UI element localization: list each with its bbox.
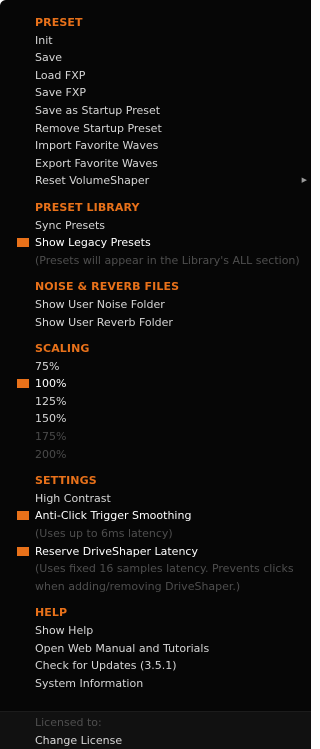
menu-item[interactable]: Save FXP xyxy=(0,84,311,102)
menu-item[interactable]: Show Legacy Presets xyxy=(0,234,311,252)
section-header: NOISE & REVERB FILES xyxy=(35,280,180,294)
menu-item[interactable]: Save xyxy=(0,49,311,67)
section-preset-library: PRESET LIBRARY Sync Presets Show Legacy Pr… xyxy=(0,199,311,269)
menu-item-label: System Information xyxy=(35,676,144,690)
section-noise-reverb-files: NOISE & REVERB FILES Show User Noise Fold… xyxy=(0,278,311,331)
menu-item-label: Init xyxy=(35,33,53,47)
menu-item-label: Reset VolumeShaper xyxy=(35,174,150,188)
menu-item-label: Export Favorite Waves xyxy=(35,156,158,170)
menu-item-label: Remove Startup Preset xyxy=(35,121,162,135)
section-preset: PRESET Init Save Load FXP Save FXP Save as St… xyxy=(0,14,311,190)
menu-item-label: Show Help xyxy=(35,624,94,637)
menu-item[interactable]: Reserve DriveShaper Latency xyxy=(0,543,311,561)
menu-item-label: Check for Updates (3.5.1) xyxy=(35,659,177,673)
section-header: PRESET LIBRARY xyxy=(35,200,140,214)
menu-item-label: Show User Reverb Folder xyxy=(35,315,173,329)
section-settings: SETTINGS High Contrast Anti-Click Trigger … xyxy=(0,472,311,595)
menu-item[interactable]: 125% xyxy=(0,393,311,411)
menu-item[interactable]: Show User Reverb Folder xyxy=(0,314,311,332)
menu-item-label: 175% xyxy=(35,430,67,444)
menu-item[interactable]: Show User Noise Folder xyxy=(0,296,311,314)
section-header: PRESET xyxy=(35,16,83,29)
section-scaling: SCALING 75% 100% 125% 150% 175% 200% xyxy=(0,340,311,463)
section-help: HELP Show Help Open Web Manual and Tutoria… xyxy=(0,604,311,692)
context-menu: PRESET Init Save Load FXP Save FXP Save as St… xyxy=(0,0,311,749)
menu-item-label: 150% xyxy=(35,412,67,426)
menu-item-label: 200% xyxy=(35,447,67,461)
menu-item-label: Save xyxy=(35,51,63,65)
menu-item-label: Open Web Manual and Tutorials xyxy=(35,641,210,655)
menu-item-label: Save as Startup Preset xyxy=(35,103,161,117)
checked-indicator-icon xyxy=(17,238,29,248)
menu-item[interactable]: Save as Startup Preset xyxy=(0,102,311,120)
checked-indicator-icon xyxy=(17,379,29,389)
menu-item-label: (Presets will appear in the Library's AL… xyxy=(35,253,300,267)
menu-item-label: when adding/removing DriveShaper.) xyxy=(35,579,241,593)
checked-indicator-icon xyxy=(17,511,29,521)
menu-item[interactable]: Load FXP xyxy=(0,67,311,85)
chevron-right-icon: ▶ xyxy=(301,176,307,185)
menu-item-label: Reserve DriveShaper Latency xyxy=(35,544,198,558)
menu-item[interactable]: Reset VolumeShaper ▶ xyxy=(0,172,311,190)
menu-item[interactable]: Init xyxy=(0,32,311,50)
menu-item-label: Save FXP xyxy=(35,86,86,100)
menu-item: 175% xyxy=(0,428,311,446)
menu-item-label: Load FXP xyxy=(35,68,86,82)
menu-item[interactable]: Anti-Click Trigger Smoothing xyxy=(0,507,311,525)
checked-indicator-icon xyxy=(17,546,29,556)
menu-item-label: 100% xyxy=(35,377,67,391)
section-header: SCALING xyxy=(35,342,90,356)
menu-item-label: Show User Noise Folder xyxy=(35,297,165,311)
menu-item[interactable]: Sync Presets xyxy=(0,217,311,235)
menu-item-label: Import Favorite Waves xyxy=(35,139,159,153)
menu-item[interactable]: Check for Updates (3.5.1) xyxy=(0,657,311,675)
menu-item-label: Show Legacy Presets xyxy=(35,236,151,250)
menu-item[interactable]: High Contrast xyxy=(0,490,311,508)
menu-item-label: Sync Presets xyxy=(35,218,106,232)
menu-item: 200% xyxy=(0,446,311,464)
menu-item[interactable]: Import Favorite Waves xyxy=(0,137,311,155)
menu-note: (Uses fixed 16 samples latency. Prevents… xyxy=(0,560,311,578)
menu-item-label: (Uses fixed 16 samples latency. Prevents… xyxy=(35,562,294,576)
menu-item-label: 75% xyxy=(35,359,60,373)
menu-item[interactable]: Remove Startup Preset xyxy=(0,120,311,138)
menu-item-label: Anti-Click Trigger Smoothing xyxy=(35,509,192,523)
menu-item[interactable]: System Information xyxy=(0,675,311,693)
menu-item[interactable]: 150% xyxy=(0,410,311,428)
menu-sections: PRESET Init Save Load FXP Save FXP Save as St… xyxy=(0,14,311,701)
section-header: HELP xyxy=(35,606,68,620)
section-header: SETTINGS xyxy=(35,474,97,488)
menu-note: when adding/removing DriveShaper.) xyxy=(0,578,311,596)
menu-item[interactable]: Show Help xyxy=(0,622,311,640)
licensed-to-label: Licensed to: xyxy=(35,716,102,729)
menu-item[interactable]: 100% xyxy=(0,375,311,393)
menu-item[interactable]: Export Favorite Waves xyxy=(0,155,311,173)
change-license-item[interactable]: Change License xyxy=(0,732,311,749)
menu-note: (Presets will appear in the Library's AL… xyxy=(0,252,311,270)
menu-note: (Uses up to 6ms latency) xyxy=(0,525,311,543)
menu-item-label: 125% xyxy=(35,394,67,408)
menu-item[interactable]: Open Web Manual and Tutorials xyxy=(0,640,311,658)
menu-item[interactable]: 75% xyxy=(0,358,311,376)
menu-item-label: (Uses up to 6ms latency) xyxy=(35,527,173,541)
menu-item-label: High Contrast xyxy=(35,491,111,505)
license-footer: Licensed to: Change License xyxy=(0,711,311,749)
